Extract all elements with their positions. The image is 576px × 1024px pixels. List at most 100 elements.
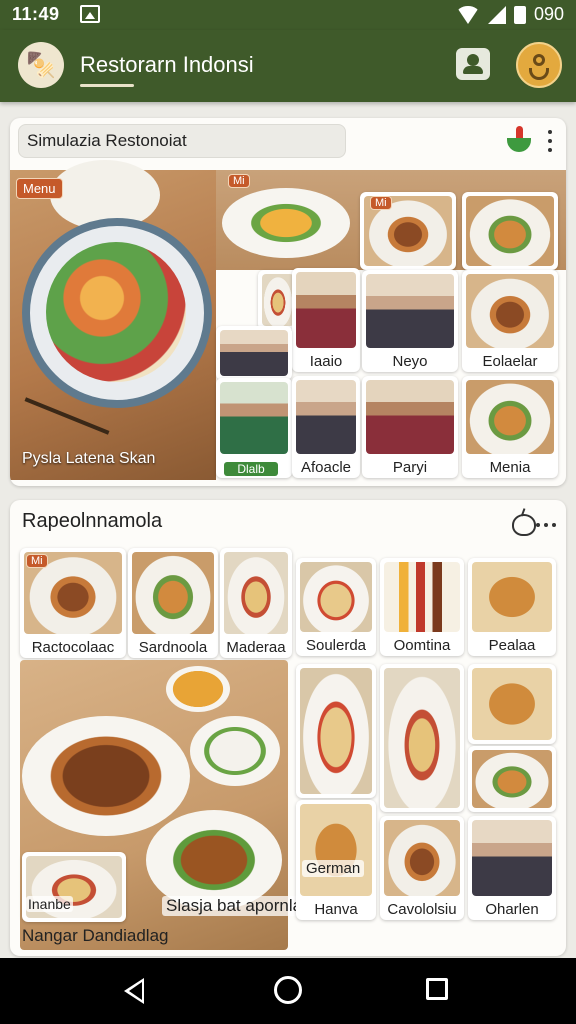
dish-tile[interactable] (296, 664, 376, 798)
menu-tile[interactable] (462, 192, 558, 270)
dish-image (384, 820, 460, 896)
bowl-icon[interactable] (512, 514, 536, 536)
tile-label: Eolaelar (482, 353, 538, 370)
dish-label: Hanva (314, 901, 358, 918)
dish-image (466, 380, 554, 454)
footer-caption: Nangar Dandiadlag (22, 926, 169, 945)
person-image (220, 330, 288, 376)
menu-tile[interactable]: Afoacle (292, 376, 360, 478)
app-title: Restorarn Indonsi (80, 52, 254, 77)
food-plate (22, 716, 190, 836)
dish-image (262, 274, 294, 326)
collage-plate (222, 188, 350, 258)
status-bar: 11:49 090 (0, 0, 576, 30)
hero-image[interactable]: Menu Pysla Latena Skan (10, 160, 216, 480)
dish-tile[interactable] (468, 664, 556, 744)
dish-label: Ractocolaac (31, 639, 115, 656)
dish-image (472, 562, 552, 632)
dish-tile[interactable] (468, 746, 556, 812)
person-image (296, 272, 356, 348)
dish-label: Inanbe (26, 896, 73, 912)
tile-label: Paryi (392, 459, 428, 476)
dish-label: Oharlen (485, 901, 539, 918)
battery-text: 090 (533, 4, 564, 24)
signal-icon (487, 5, 506, 24)
dish-image (132, 552, 214, 634)
image-icon (80, 5, 100, 23)
logo-icon: 🍢 (18, 42, 64, 88)
menu-tile[interactable]: Neyo (362, 270, 458, 372)
home-icon[interactable] (274, 976, 302, 1004)
menu-tile[interactable]: Iaaio (292, 268, 360, 372)
dish-image (472, 750, 552, 808)
menu-badge[interactable]: Menu (16, 178, 63, 199)
menu-tile[interactable]: Eolaelar (462, 270, 558, 372)
menu-tile[interactable]: Menia (462, 376, 558, 478)
dish-image (300, 668, 372, 794)
food (46, 242, 186, 382)
person-image (472, 820, 552, 896)
menu-tile[interactable]: Dlalb (216, 378, 292, 478)
person-image (296, 380, 356, 454)
small-badge: Mi (228, 174, 250, 188)
more-icon[interactable] (536, 522, 556, 528)
dish-label: Oomtina (393, 637, 451, 654)
back-icon[interactable] (124, 978, 144, 1004)
dish-tile[interactable]: Pealaa (468, 558, 556, 656)
dish-image (466, 196, 554, 266)
dish-tile[interactable]: Oharlen (468, 816, 556, 920)
dish-image (300, 562, 372, 632)
tile-label: Afoacle (300, 459, 352, 476)
dish-label: Soulerda (305, 637, 367, 654)
food-plate (166, 666, 230, 712)
person-image (220, 382, 288, 454)
corner-badge: Mi (26, 554, 48, 568)
avatar-head (533, 54, 545, 66)
person-image (366, 274, 454, 348)
dish-tile[interactable] (380, 664, 464, 812)
bowl-shape (507, 138, 531, 152)
filter-icon[interactable] (505, 126, 533, 154)
more-icon[interactable] (547, 130, 553, 152)
dish-tile[interactable]: Sardnoola (128, 548, 218, 658)
profile-icon (467, 54, 479, 66)
tile-label: Neyo (392, 353, 428, 370)
drinks-image (384, 562, 460, 632)
dish-tile[interactable]: Cavololsiu (380, 816, 464, 920)
menu-tile[interactable] (216, 326, 292, 380)
profile-button[interactable] (456, 48, 490, 80)
hero-caption: Pysla Latena Skan (22, 450, 156, 467)
menu-card: Menu Pysla Latena Skan Mi Mi Iaaio Neyo … (10, 118, 566, 486)
dish-label: German (302, 860, 365, 877)
small-badge: Mi (370, 196, 392, 210)
dish-image (472, 668, 552, 740)
avatar-body (529, 68, 549, 80)
dish-label: Slasja bat apornla (162, 896, 307, 916)
dish-label: Cavololsiu (387, 901, 457, 918)
dish-tile[interactable]: Maderaa (220, 548, 292, 658)
dish-tile[interactable]: Soulerda (296, 558, 376, 656)
food-plate (190, 716, 280, 786)
navigation-bar (0, 958, 576, 1024)
food-plate (146, 810, 282, 910)
dish-image (466, 274, 554, 348)
person-image (366, 380, 454, 454)
menu-tile[interactable]: Paryi (362, 376, 458, 478)
dish-tile[interactable]: Oomtina (380, 558, 464, 656)
dish-image (224, 552, 288, 634)
tile-label: Iaaio (309, 353, 343, 370)
search-input[interactable] (18, 124, 346, 158)
status-icons: 090 (455, 4, 564, 25)
dish-tile[interactable]: Mi Ractocolaac (20, 548, 126, 658)
recent-apps-icon[interactable] (426, 978, 448, 1000)
wifi-icon (455, 5, 480, 24)
dish-tile[interactable]: German Hanva (296, 800, 376, 920)
title-underline (80, 84, 134, 87)
avatar-icon[interactable] (516, 42, 562, 88)
status-time: 11:49 (12, 4, 60, 24)
dish-tile[interactable]: Inanbe (22, 852, 126, 922)
battery-icon (513, 5, 526, 24)
tile-label: Dlalb (224, 462, 278, 476)
dish-label: Sardnoola (138, 639, 208, 656)
menu-tile[interactable]: Mi (360, 192, 456, 270)
